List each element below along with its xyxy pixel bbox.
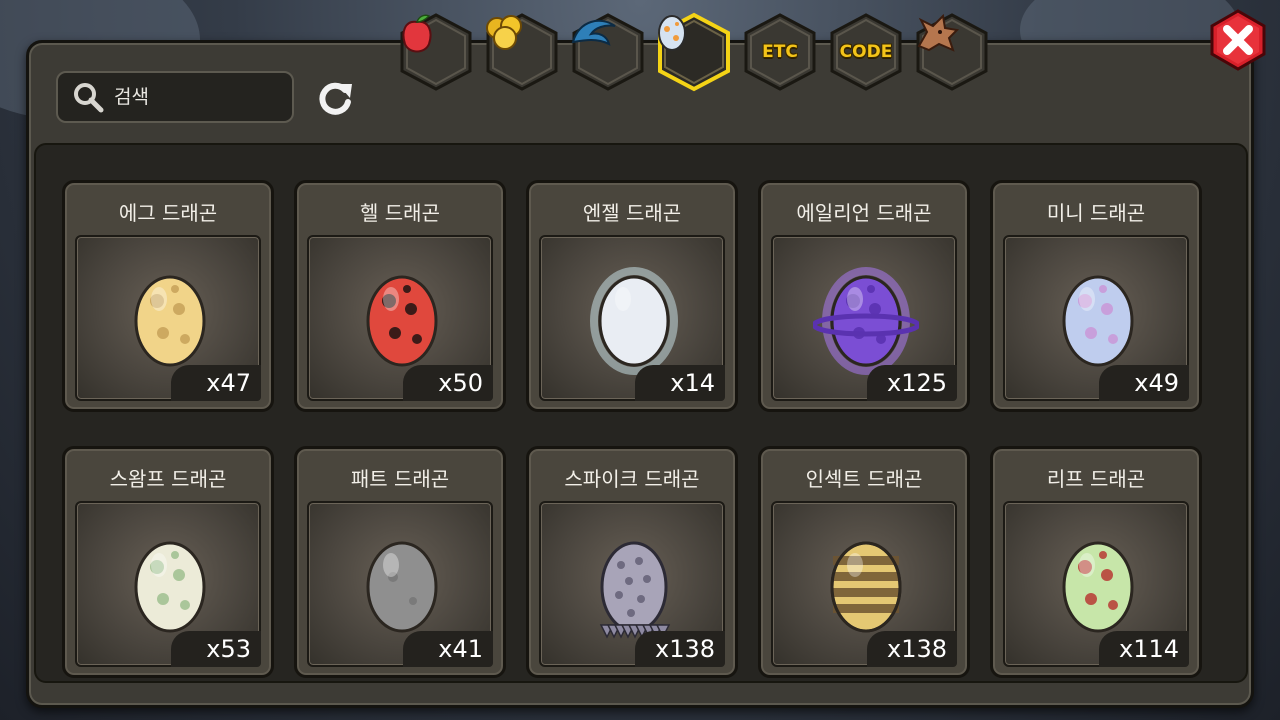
egg-count: x138: [635, 631, 725, 667]
close-button[interactable]: [1206, 8, 1270, 72]
insect-dragon-egg-icon: [830, 541, 902, 633]
egg-card[interactable]: 인섹트 드래곤 x138: [758, 446, 970, 678]
egg-frame: x14: [539, 235, 725, 401]
leaf-dragon-egg-icon: [1062, 541, 1134, 633]
egg-frame: x41: [307, 501, 493, 667]
egg-card-title: 스왐프 드래곤: [109, 467, 227, 491]
tab-etc[interactable]: ETC: [741, 12, 819, 92]
angel-dragon-egg-icon: [590, 267, 678, 375]
refresh-button[interactable]: [312, 76, 358, 122]
egg-frame: x138: [771, 501, 957, 667]
egg-icon: [655, 12, 733, 92]
egg-card[interactable]: 스왐프 드래곤 x53: [62, 446, 274, 678]
egg-count: x14: [635, 365, 725, 401]
egg-count: x50: [403, 365, 493, 401]
search-input[interactable]: [112, 85, 286, 109]
gold-icon: [483, 12, 561, 92]
egg-card-title: 패트 드래곤: [350, 467, 450, 491]
egg-card[interactable]: 에그 드래곤 x47: [62, 180, 274, 412]
egg-card-title: 스파이크 드래곤: [564, 467, 700, 491]
hell-dragon-egg-icon: [366, 275, 438, 367]
egg-card[interactable]: 에일리언 드래곤 x125: [758, 180, 970, 412]
egg-card-title: 에그 드래곤: [118, 201, 218, 225]
egg-count: x138: [867, 631, 957, 667]
egg-card-title: 미니 드래곤: [1046, 201, 1146, 225]
tab-claw[interactable]: [569, 12, 647, 92]
egg-card[interactable]: 미니 드래곤 x49: [990, 180, 1202, 412]
egg-card[interactable]: 스파이크 드래곤 x138: [526, 446, 738, 678]
egg-frame: x50: [307, 235, 493, 401]
fat-dragon-egg-icon: [366, 541, 438, 633]
mini-dragon-egg-icon: [1062, 275, 1134, 367]
tab-gold[interactable]: [483, 12, 561, 92]
egg-card[interactable]: 리프 드래곤 x114: [990, 446, 1202, 678]
egg-frame: x53: [75, 501, 261, 667]
claw-icon: [569, 12, 647, 92]
search-field[interactable]: [56, 71, 294, 123]
close-icon: [1210, 9, 1266, 71]
tab-egg[interactable]: [655, 12, 733, 92]
egg-count: x114: [1099, 631, 1189, 667]
egg-frame: x47: [75, 235, 261, 401]
egg-frame: x125: [771, 235, 957, 401]
egg-card-title: 헬 드래곤: [360, 201, 440, 225]
egg-card-title: 인섹트 드래곤: [805, 467, 923, 491]
egg-count: x47: [171, 365, 261, 401]
egg-count: x49: [1099, 365, 1189, 401]
dragon-head-icon: [913, 12, 991, 92]
egg-frame: x138: [539, 501, 725, 667]
tab-fruit[interactable]: [397, 12, 475, 92]
egg-card-title: 엔젤 드래곤: [582, 201, 682, 225]
egg-frame: x49: [1003, 235, 1189, 401]
egg-count: x41: [403, 631, 493, 667]
tab-etc-label: ETC: [762, 42, 798, 62]
egg-frame: x114: [1003, 501, 1189, 667]
egg-card[interactable]: 헬 드래곤 x50: [294, 180, 506, 412]
egg-card-title: 리프 드래곤: [1046, 467, 1146, 491]
swamp-dragon-egg-icon: [134, 541, 206, 633]
refresh-icon: [319, 82, 352, 115]
alien-dragon-egg-icon: [813, 267, 919, 375]
egg-count: x125: [867, 365, 957, 401]
tab-code-label: CODE: [839, 42, 893, 62]
fruit-icon: [397, 12, 475, 92]
egg-card[interactable]: 패트 드래곤 x41: [294, 446, 506, 678]
egg-count: x53: [171, 631, 261, 667]
egg-dragon-egg-icon: [134, 275, 206, 367]
egg-card[interactable]: 엔젤 드래곤 x14: [526, 180, 738, 412]
tab-dragon[interactable]: [913, 12, 991, 92]
tab-code[interactable]: CODE: [827, 12, 905, 92]
egg-card-title: 에일리언 드래곤: [796, 201, 932, 225]
search-icon: [70, 79, 106, 115]
spike-dragon-egg-icon: [599, 541, 671, 639]
